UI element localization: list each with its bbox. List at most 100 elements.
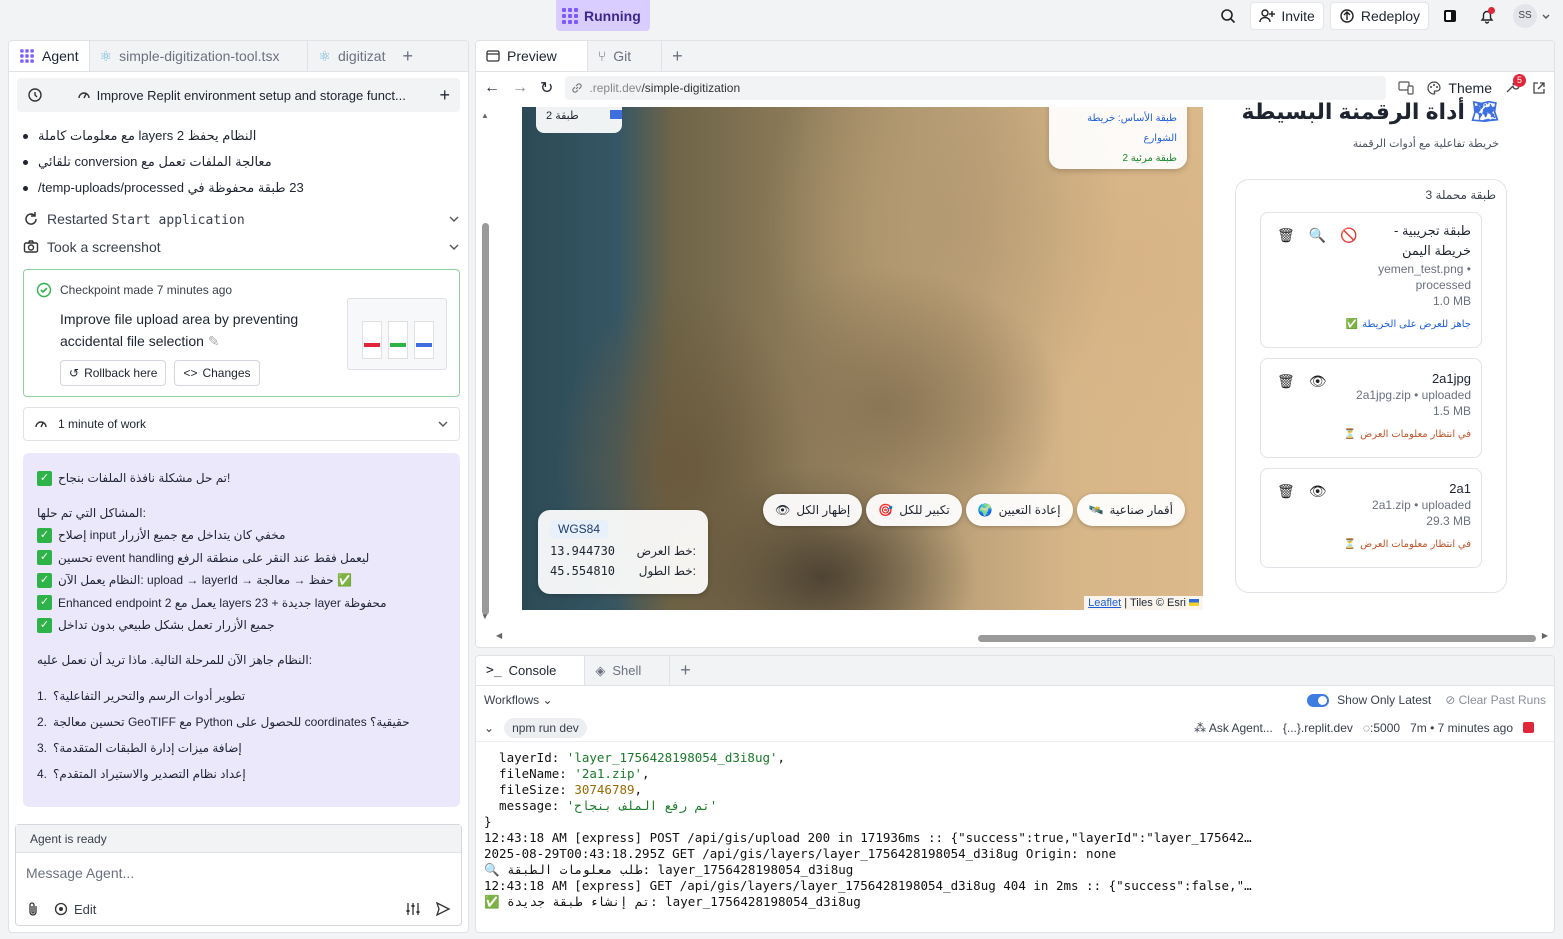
workflows-dropdown[interactable]: Workflows ⌄ bbox=[484, 693, 553, 707]
new-thread-plus-icon[interactable]: + bbox=[439, 85, 450, 106]
reload-icon[interactable]: ↻ bbox=[540, 78, 553, 98]
delete-icon[interactable]: 🗑 bbox=[1277, 373, 1295, 389]
restarted-action-row[interactable]: Restarted Start application bbox=[23, 205, 460, 233]
new-preview-tab-button[interactable]: + bbox=[662, 41, 693, 71]
preview-vertical-scrollbar[interactable]: ▲ ▼ bbox=[480, 111, 490, 621]
search-button[interactable] bbox=[1212, 2, 1244, 30]
tab-file-2[interactable]: ⚛ digitizat + bbox=[308, 41, 423, 71]
collapse-chevron-icon[interactable]: ⌄ bbox=[484, 721, 494, 735]
edit-mode-label: Edit bbox=[74, 901, 97, 917]
layer-count-chip[interactable]: 2 طبقة bbox=[536, 107, 622, 133]
satellite-button[interactable]: 🛰️ أقمار صناعية bbox=[1076, 494, 1185, 526]
new-console-tab-button[interactable]: + bbox=[670, 656, 701, 685]
layer-card[interactable]: 🗑 🔍 🚫 طبقة تجريبية - خريطة اليمن yemen_t… bbox=[1260, 212, 1482, 348]
satellite-map[interactable]: 2 طبقة hand طبقة الأساس: خريطة الشوارع 2… bbox=[522, 107, 1203, 610]
url-domain: .replit.dev bbox=[589, 81, 642, 95]
paperclip-icon[interactable] bbox=[26, 901, 40, 917]
theme-button[interactable]: Theme bbox=[1426, 80, 1492, 96]
scrollbar-thumb[interactable] bbox=[482, 223, 489, 615]
show-all-label: إظهار الكل bbox=[796, 503, 851, 517]
redeploy-button[interactable]: Redeploy bbox=[1329, 1, 1429, 30]
preview-horizontal-scrollbar[interactable]: ◀ ▶ bbox=[496, 631, 1548, 643]
open-external-icon[interactable] bbox=[1532, 81, 1546, 95]
sliders-icon[interactable] bbox=[405, 901, 421, 917]
leaflet-link[interactable]: Leaflet bbox=[1088, 597, 1121, 609]
send-icon[interactable] bbox=[435, 901, 451, 917]
run-status-button[interactable]: Running bbox=[556, 0, 650, 31]
port-button[interactable]: ◌:5000 bbox=[1363, 721, 1400, 735]
clear-icon: ⊘ bbox=[1445, 693, 1456, 707]
show-all-button[interactable]: 👁 إظهار الكل bbox=[763, 494, 863, 526]
reset-button[interactable]: 🌍 إعادة التعيين bbox=[965, 494, 1073, 526]
tab-console[interactable]: >_ Console bbox=[476, 656, 586, 685]
domain-button[interactable]: {...}.replit.dev bbox=[1283, 721, 1353, 735]
agent-panel: Agent ⚛ simple-digitization-tool.tsx ⚛ d… bbox=[8, 40, 469, 933]
notification-dot bbox=[1488, 6, 1495, 14]
back-arrow-icon[interactable]: ← bbox=[484, 79, 500, 97]
layer-size: 29.3 MB bbox=[1426, 514, 1471, 528]
avatar[interactable]: SS bbox=[1513, 3, 1537, 28]
status-icon: ⏳ bbox=[1343, 539, 1357, 550]
eye-icon[interactable]: 👁 bbox=[1309, 373, 1327, 389]
log-string: '2a1.zip' bbox=[574, 766, 643, 781]
rollback-button[interactable]: ↺ Rollback here bbox=[60, 360, 167, 386]
tab-git[interactable]: ⑂ Git bbox=[588, 41, 663, 71]
new-tab-plus-icon[interactable]: + bbox=[402, 46, 413, 67]
clear-past-runs-button[interactable]: ⊘ Clear Past Runs bbox=[1445, 693, 1546, 707]
zoom-to-layer-icon[interactable]: 🔍 bbox=[1309, 227, 1326, 243]
url-input[interactable]: .replit.dev/simple-digitization bbox=[565, 76, 1387, 100]
satellite-label: أقمار صناعية bbox=[1109, 503, 1173, 517]
show-only-latest-toggle[interactable] bbox=[1307, 693, 1330, 707]
tab-agent[interactable]: Agent bbox=[9, 41, 90, 71]
layer-card[interactable]: 🗑 👁 2a1 2a1.zip • uploaded 29.3 MB ⏳ في ا… bbox=[1260, 468, 1482, 568]
message-agent-input[interactable]: Message Agent... bbox=[16, 853, 461, 893]
chevron-down-icon: ⌄ bbox=[542, 693, 553, 707]
invite-label: Invite bbox=[1281, 7, 1315, 24]
work-duration-row[interactable]: 1 minute of work bbox=[23, 407, 460, 441]
tab-shell[interactable]: ◈ Shell bbox=[585, 656, 671, 685]
reset-label: إعادة التعيين bbox=[998, 503, 1061, 517]
next-step-item: تحسين معالجة GeoTIFF مع Python للحصول عل… bbox=[53, 715, 410, 729]
history-icon[interactable] bbox=[27, 87, 43, 103]
tab-preview[interactable]: Preview bbox=[476, 41, 588, 71]
layer-file: 2a1.zip • uploaded bbox=[1372, 498, 1471, 512]
delete-icon[interactable]: 🗑 bbox=[1277, 483, 1295, 499]
checkpoint-screenshot-thumbnail[interactable] bbox=[347, 298, 447, 370]
scrollbar-thumb[interactable] bbox=[978, 635, 1536, 642]
check-icon: ✓ bbox=[37, 572, 52, 588]
target-icon: 🎯 bbox=[878, 503, 894, 517]
changes-button[interactable]: <> Changes bbox=[174, 360, 260, 386]
plus-icon: + bbox=[672, 45, 683, 66]
devtools-button[interactable]: 5 bbox=[1504, 73, 1526, 98]
tab-file[interactable]: ⚛ simple-digitization-tool.tsx bbox=[90, 41, 309, 71]
visible-layers-label: 2 طبقة مرئية bbox=[1122, 153, 1177, 164]
terminal-icon: >_ bbox=[486, 663, 502, 678]
screenshot-action-row[interactable]: Took a screenshot bbox=[23, 233, 460, 261]
account-menu-button[interactable] bbox=[1541, 2, 1563, 30]
panels-button[interactable] bbox=[1435, 2, 1465, 30]
layer-card[interactable]: 🗑 👁 2a1jpg 2a1jpg.zip • uploaded 1.5 MB … bbox=[1260, 358, 1482, 458]
ask-agent-button[interactable]: ⁂ Ask Agent... bbox=[1194, 721, 1273, 735]
layer-file: yemen_test.png • processed bbox=[1378, 262, 1471, 292]
list-number: 4. bbox=[37, 767, 48, 781]
forward-arrow-icon[interactable]: → bbox=[512, 79, 528, 97]
devices-icon[interactable] bbox=[1398, 81, 1415, 95]
delete-icon[interactable]: 🗑 bbox=[1277, 227, 1295, 243]
log-key: fileSize: bbox=[484, 782, 575, 797]
theme-label: Theme bbox=[1448, 80, 1492, 96]
invite-button[interactable]: Invite bbox=[1250, 1, 1324, 30]
lng-label: خط الطول: bbox=[638, 564, 696, 578]
zoom-all-button[interactable]: 🎯 تكبير للكل bbox=[866, 494, 962, 526]
notifications-button[interactable] bbox=[1471, 2, 1503, 30]
map-info-card: hand طبقة الأساس: خريطة الشوارع 2 طبقة م… bbox=[1049, 107, 1187, 169]
edit-mode-button[interactable]: Edit bbox=[54, 902, 96, 917]
hide-layer-icon[interactable]: 🚫 bbox=[1340, 227, 1357, 243]
fix-item: تحسين event handling ليعمل فقط عند النقر… bbox=[58, 550, 370, 565]
checkpoint-card: Checkpoint made 7 minutes ago Improve fi… bbox=[23, 269, 460, 397]
app-title: أداة الرقمنة البسيطة 🗺 bbox=[1203, 99, 1499, 125]
eye-icon[interactable]: 👁 bbox=[1309, 483, 1327, 499]
stop-button[interactable] bbox=[1523, 722, 1534, 733]
show-only-latest-label: Show Only Latest bbox=[1337, 693, 1432, 707]
layer-file: 2a1jpg.zip • uploaded bbox=[1356, 388, 1471, 402]
pencil-icon[interactable]: ✎ bbox=[208, 333, 220, 349]
